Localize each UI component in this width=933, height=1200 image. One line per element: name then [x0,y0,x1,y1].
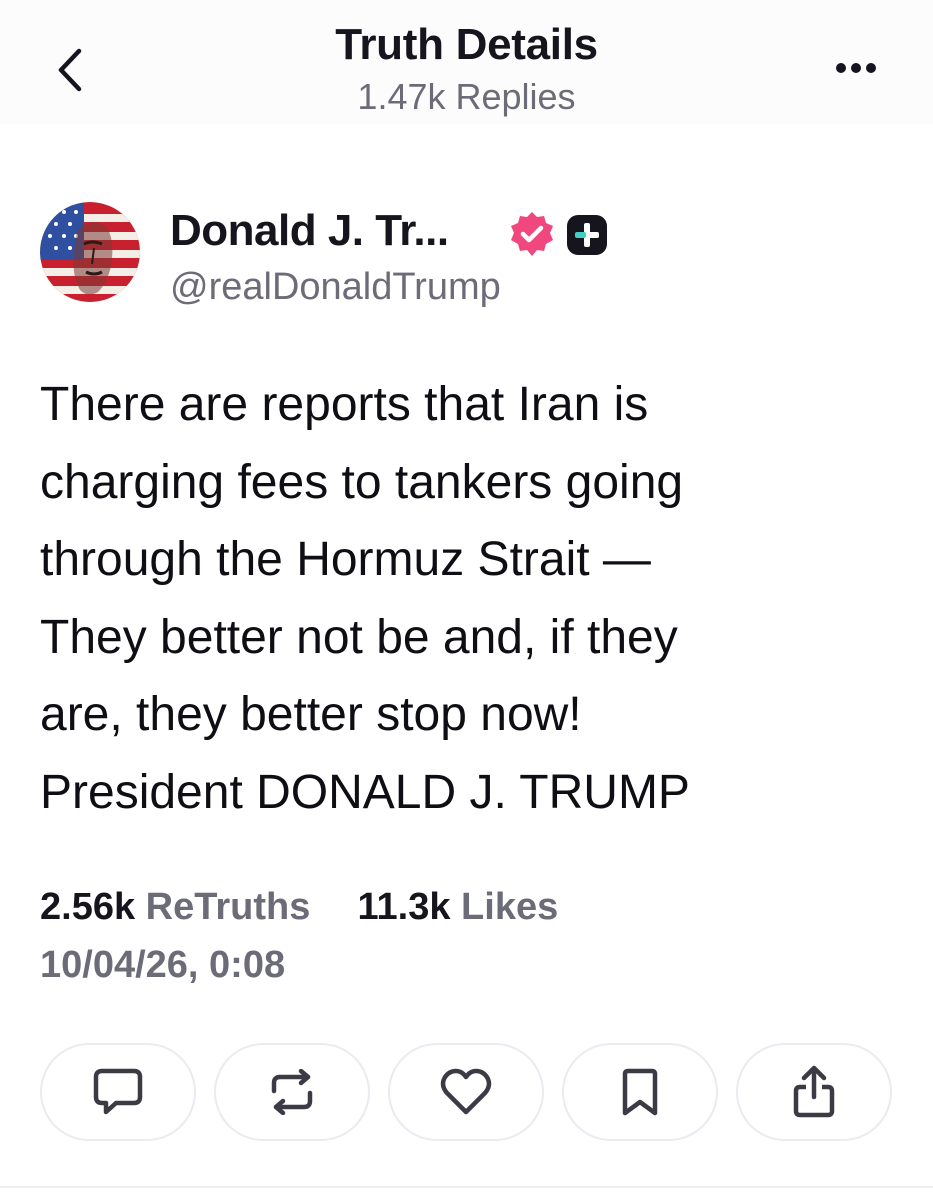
more-horizontal-icon [836,63,876,73]
post-text-line: charging fees to tankers going [40,455,684,509]
share-button[interactable] [736,1043,892,1141]
retruths-link[interactable]: 2.56k ReTruths [40,886,321,928]
more-options-button[interactable] [826,50,886,86]
retruth-button[interactable] [214,1043,370,1141]
comment-icon [93,1068,143,1115]
post-text-line: are, they better stop now! [40,688,582,741]
plus-badge-icon [567,215,607,255]
page-title: Truth Details [335,20,598,69]
verified-badge-icon [511,212,553,256]
post-stats: 2.56k ReTruths 11.3k Likes [40,886,558,929]
post-text-line: through the Hormuz Strait — [40,533,651,586]
share-icon [793,1065,835,1118]
heart-icon [440,1068,492,1115]
bookmark-icon [622,1068,658,1116]
replies-count[interactable]: 1.47k Replies [0,76,933,118]
post-text-line: President DONALD J. TRUMP [40,765,690,819]
post-text-line: They better not be and, if they [40,610,678,664]
likes-count: 11.3k [357,886,451,928]
author-handle[interactable]: @realDonaldTrump [170,266,501,309]
retruths-label: ReTruths [145,886,311,928]
retruths-count: 2.56k [40,886,136,928]
repost-icon [271,1069,313,1115]
reply-button[interactable] [40,1043,196,1141]
like-button[interactable] [388,1043,544,1141]
author-name[interactable]: Donald J. Tr... [170,206,449,256]
user-avatar [40,202,140,302]
likes-label: Likes [461,886,559,928]
post-text-line: There are reports that Iran is [40,378,649,431]
top-header: Truth Details 1.47k Replies [0,0,933,124]
divider [0,1186,933,1188]
bookmark-button[interactable] [562,1043,718,1141]
post-text: There are reports that Iran is charging … [40,366,900,831]
post-timestamp: 10/04/26, 0:08 [40,944,286,986]
author-avatar[interactable] [40,202,140,302]
likes-link[interactable]: 11.3k Likes [357,886,558,928]
